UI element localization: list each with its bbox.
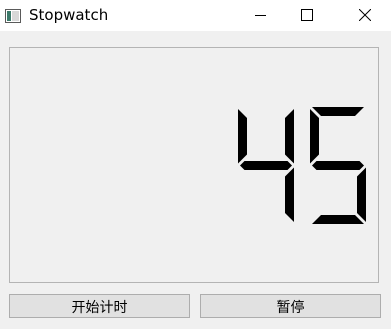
title-bar[interactable]: Stopwatch (0, 0, 391, 31)
lcd-digits (238, 107, 366, 224)
start-timer-button[interactable]: 开始计时 (9, 294, 190, 318)
pause-button[interactable]: 暂停 (200, 294, 381, 318)
digit-1-segment-c (285, 167, 294, 222)
close-button[interactable] (342, 0, 388, 31)
window-title: Stopwatch (29, 6, 109, 24)
digit-1-segment-b (285, 109, 294, 164)
digit-2-segment-a (312, 107, 364, 116)
app-window-icon (5, 8, 21, 23)
lcd-display: 45 (9, 47, 379, 283)
close-icon (359, 9, 371, 21)
digit-2-segment-d (312, 215, 364, 224)
maximize-button[interactable] (284, 0, 330, 31)
minimize-icon (255, 15, 266, 16)
digit-2-segment-g (312, 161, 364, 170)
digit-2-segment-c (357, 167, 366, 222)
digit-1-segment-f (238, 109, 247, 164)
digit-2-segment-f (310, 109, 319, 164)
digit-1-segment-g (240, 161, 292, 170)
maximize-icon (301, 9, 313, 21)
minimize-button[interactable] (238, 0, 284, 31)
